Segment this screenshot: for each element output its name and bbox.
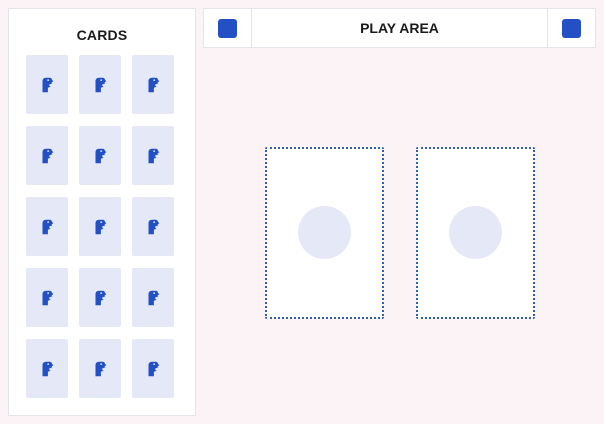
card-back[interactable] — [79, 126, 121, 185]
card-back[interactable] — [26, 197, 68, 256]
dinosaur-head-icon — [95, 290, 107, 305]
dinosaur-head-icon — [42, 77, 54, 92]
card-back[interactable] — [132, 268, 174, 327]
square-icon — [562, 18, 581, 38]
card-back[interactable] — [132, 55, 174, 114]
dinosaur-head-icon — [148, 77, 160, 92]
dinosaur-head-icon — [42, 148, 54, 163]
card-back[interactable] — [26, 339, 68, 398]
card-back[interactable] — [79, 55, 121, 114]
dinosaur-head-icon — [42, 219, 54, 234]
square-icon — [218, 18, 237, 38]
card-back[interactable] — [79, 339, 121, 398]
slot-placeholder-circle — [298, 206, 351, 259]
card-back[interactable] — [132, 339, 174, 398]
card-grid — [26, 55, 174, 398]
card-back[interactable] — [26, 126, 68, 185]
card-back[interactable] — [26, 55, 68, 114]
dinosaur-head-icon — [95, 148, 107, 163]
card-back[interactable] — [26, 268, 68, 327]
dinosaur-head-icon — [95, 361, 107, 376]
card-back[interactable] — [132, 197, 174, 256]
dinosaur-head-icon — [148, 148, 160, 163]
card-slot-2[interactable] — [416, 147, 535, 319]
cards-panel-title: CARDS — [76, 27, 128, 43]
dinosaur-head-icon — [148, 219, 160, 234]
card-slot-1[interactable] — [265, 147, 384, 319]
cards-panel: CARDS — [8, 8, 196, 416]
slot-placeholder-circle — [449, 206, 502, 259]
card-back[interactable] — [79, 197, 121, 256]
card-back[interactable] — [79, 268, 121, 327]
card-back[interactable] — [132, 126, 174, 185]
header-left-button[interactable] — [204, 9, 252, 47]
dinosaur-head-icon — [148, 361, 160, 376]
dinosaur-head-icon — [42, 290, 54, 305]
dinosaur-head-icon — [95, 77, 107, 92]
header-right-button[interactable] — [547, 9, 595, 47]
dinosaur-head-icon — [148, 290, 160, 305]
play-area-header: PLAY AREA — [203, 8, 596, 48]
dinosaur-head-icon — [42, 361, 54, 376]
play-area-title: PLAY AREA — [360, 20, 439, 36]
dinosaur-head-icon — [95, 219, 107, 234]
